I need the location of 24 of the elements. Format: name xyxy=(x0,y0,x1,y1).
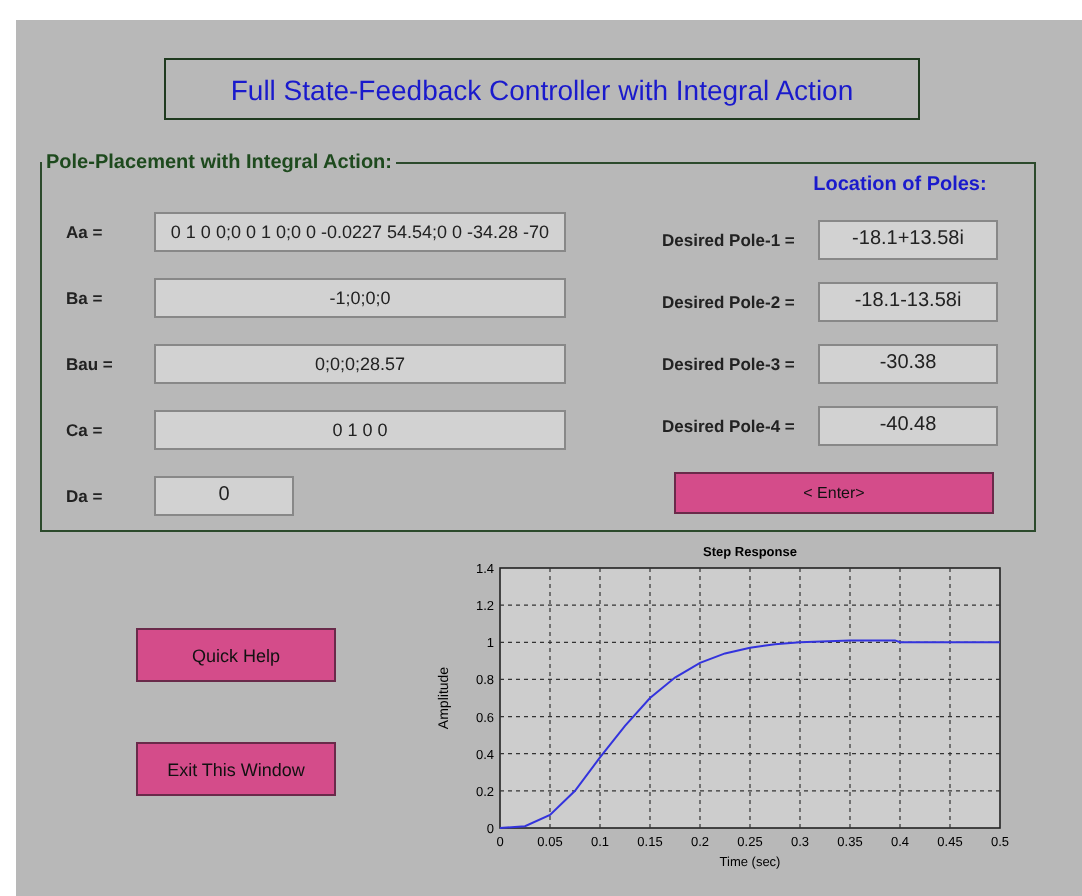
input-field[interactable]: -18.1+13.58i xyxy=(818,219,998,259)
action-button[interactable]: Quick Help xyxy=(136,628,336,682)
input-field[interactable]: 0 1 0 0 xyxy=(154,409,566,449)
field-label: Desired Pole-4 = xyxy=(662,415,797,435)
action-button[interactable]: Exit This Window xyxy=(136,742,336,796)
field-label: Bau = xyxy=(64,353,115,373)
field-label: Ba = xyxy=(64,287,105,307)
field-label: Desired Pole-2 = xyxy=(662,291,797,311)
input-field[interactable]: -1;0;0;0 xyxy=(154,277,566,317)
enter-button[interactable]: < Enter> xyxy=(674,472,994,514)
input-field[interactable]: 0 xyxy=(154,475,294,515)
group-title: Pole-Placement with Integral Action: xyxy=(44,152,394,174)
window-title: Full State-Feedback Controller with Integral Action xyxy=(164,58,920,120)
input-field[interactable]: 0 1 0 0;0 0 1 0;0 0 -0.0227 54.54;0 0 -34.28 -70 xyxy=(154,211,566,251)
input-field[interactable]: 0;0;0;28.57 xyxy=(154,343,566,383)
field-label: Aa = xyxy=(64,221,105,241)
input-field[interactable]: -40.48 xyxy=(818,405,998,445)
field-label: Da = xyxy=(64,485,105,505)
input-field[interactable]: -30.38 xyxy=(818,343,998,383)
field-label: Desired Pole-1 = xyxy=(662,229,797,249)
section-title: Location of Poles: xyxy=(811,174,989,196)
field-label: Ca = xyxy=(64,419,105,439)
field-label: Desired Pole-3 = xyxy=(662,353,797,373)
input-field[interactable]: -18.1-13.58i xyxy=(818,281,998,321)
